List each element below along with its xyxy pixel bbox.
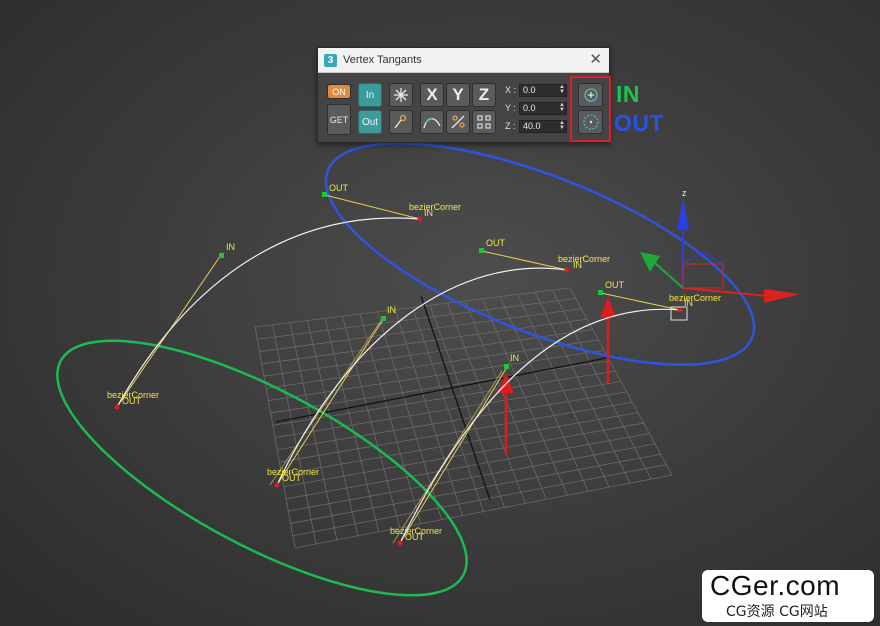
y-value: 0.0 bbox=[523, 103, 536, 113]
tangent-split-icon bbox=[477, 115, 491, 129]
x-axis-button[interactable]: X bbox=[420, 83, 444, 107]
ground-grid bbox=[254, 287, 673, 549]
dialog-title: Vertex Tangants bbox=[343, 54, 422, 66]
transform-gizmo[interactable]: z bbox=[640, 188, 800, 303]
explode-tangents-button[interactable] bbox=[389, 83, 413, 107]
watermark-logo: CGer.com bbox=[710, 570, 841, 601]
x-value: 0.0 bbox=[523, 85, 536, 95]
smooth-curve-button[interactable] bbox=[420, 110, 444, 134]
y-value-field[interactable]: 0.0 ▲ ▼ bbox=[519, 102, 567, 115]
tangent-link-button[interactable] bbox=[446, 110, 470, 134]
out-annotation: OUT bbox=[614, 110, 665, 136]
watermark-subtitle: CG资源 CG网站 bbox=[726, 604, 828, 620]
svg-text:bezierCorner: bezierCorner bbox=[409, 202, 461, 212]
pick-icon bbox=[394, 114, 407, 129]
svg-text:bezierCorner: bezierCorner bbox=[669, 293, 721, 303]
z-spinner-icon[interactable]: ▲ ▼ bbox=[559, 120, 565, 131]
tangent-split-button[interactable] bbox=[472, 110, 496, 134]
dialog-titlebar[interactable]: 3 Vertex Tangants ✕ bbox=[318, 48, 609, 73]
site-watermark: CGer.com CG资源 CG网站 bbox=[702, 570, 874, 622]
svg-text:OUT: OUT bbox=[405, 532, 425, 542]
close-icon[interactable]: ✕ bbox=[589, 51, 602, 68]
svg-text:OUT: OUT bbox=[605, 280, 625, 290]
z-axis-button[interactable]: Z bbox=[472, 83, 496, 107]
tangent-buttons-highlight bbox=[570, 76, 611, 142]
out-mode-button[interactable]: Out bbox=[358, 110, 382, 134]
svg-text:OUT: OUT bbox=[282, 473, 302, 483]
svg-text:IN: IN bbox=[573, 260, 582, 270]
x-field-label: X : bbox=[505, 85, 517, 95]
3dsmax-app-icon: 3 bbox=[324, 53, 337, 67]
x-spinner-icon[interactable]: ▲ ▼ bbox=[559, 84, 565, 95]
tangent-link-icon bbox=[451, 115, 465, 129]
out-range-ellipse bbox=[324, 142, 756, 366]
pick-tangent-button[interactable] bbox=[389, 110, 413, 134]
explode-icon bbox=[394, 88, 408, 102]
y-field-label: Y : bbox=[505, 103, 516, 113]
svg-text:OUT: OUT bbox=[486, 238, 506, 248]
z-value-field[interactable]: 40.0 ▲ ▼ bbox=[519, 120, 567, 133]
smooth-curve-icon bbox=[423, 117, 441, 129]
get-button[interactable]: GET bbox=[327, 104, 351, 135]
svg-text:bezierCorner: bezierCorner bbox=[558, 254, 610, 264]
svg-text:IN: IN bbox=[510, 353, 519, 363]
in-mode-button[interactable]: In bbox=[358, 83, 382, 107]
svg-text:IN: IN bbox=[226, 242, 235, 252]
y-spinner-icon[interactable]: ▲ ▼ bbox=[559, 102, 565, 113]
y-axis-button[interactable]: Y bbox=[446, 83, 470, 107]
z-field-label: Z : bbox=[505, 121, 516, 131]
x-value-field[interactable]: 0.0 ▲ ▼ bbox=[519, 84, 567, 97]
svg-text:OUT: OUT bbox=[122, 396, 142, 406]
in-annotation: IN bbox=[616, 81, 640, 107]
svg-text:IN: IN bbox=[424, 208, 433, 218]
svg-text:OUT: OUT bbox=[329, 183, 349, 193]
svg-text:IN: IN bbox=[684, 298, 693, 308]
z-value: 40.0 bbox=[523, 121, 541, 131]
on-toggle-button[interactable]: ON bbox=[327, 84, 351, 99]
svg-text:IN: IN bbox=[387, 305, 396, 315]
svg-text:z: z bbox=[682, 188, 687, 198]
in-range-ellipse bbox=[56, 339, 468, 597]
vertex-tangents-dialog: 3 Vertex Tangants ✕ ON GET In Out X Y Z bbox=[317, 47, 611, 143]
